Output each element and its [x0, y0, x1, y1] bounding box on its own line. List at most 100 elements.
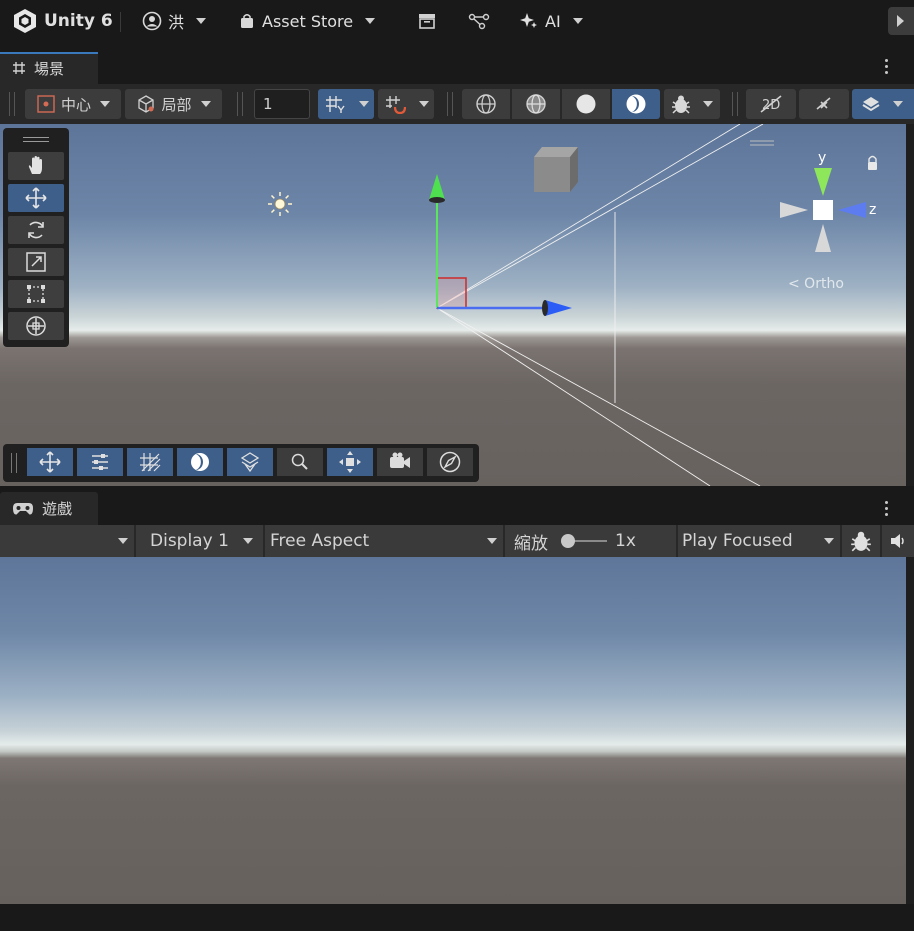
- play-icon: [897, 15, 904, 27]
- game-tab-row: 遊戲: [0, 488, 914, 525]
- account-icon: [142, 11, 162, 31]
- x-axis-arrow-icon[interactable]: [545, 300, 572, 316]
- toolbar-grip[interactable]: [447, 92, 453, 116]
- play-mode-dropdown[interactable]: Play Focused: [678, 525, 840, 557]
- ai-dropdown[interactable]: AI: [519, 8, 583, 34]
- grid-visibility-toggle[interactable]: [318, 89, 374, 119]
- directional-light-icon[interactable]: [268, 192, 292, 216]
- move-gizmo-plane[interactable]: [436, 277, 467, 309]
- transform-tool-button[interactable]: [8, 312, 64, 340]
- shopping-bag-icon: [238, 12, 256, 30]
- rotate-icon: [28, 221, 44, 239]
- space-mode-dropdown[interactable]: 局部: [125, 89, 222, 119]
- debug-draw-dropdown[interactable]: [664, 89, 720, 119]
- 2d-icon: 2D: [758, 94, 784, 114]
- rect-tool-button[interactable]: [8, 280, 64, 308]
- overlay-pivot-button[interactable]: [327, 448, 373, 476]
- play-button[interactable]: [888, 7, 914, 35]
- chevron-down-icon: [487, 538, 497, 544]
- game-viewport[interactable]: [0, 557, 906, 904]
- tab-label: 遊戲: [42, 500, 73, 518]
- grid-hash-icon: [12, 61, 26, 75]
- tab-active-indicator: [0, 52, 98, 54]
- overlay-grid-snap-button[interactable]: [127, 448, 173, 476]
- overlay-camera-button[interactable]: [377, 448, 423, 476]
- pivot-mode-dropdown[interactable]: 中心: [25, 89, 121, 119]
- 2d-mode-toggle[interactable]: 2D: [746, 89, 796, 119]
- overlay-move-button[interactable]: [27, 448, 73, 476]
- account-dropdown[interactable]: 洪: [142, 8, 207, 34]
- chevron-down-icon: [196, 18, 207, 24]
- chevron-down-icon: [365, 18, 376, 24]
- toolbar-grip[interactable]: [9, 92, 15, 116]
- projection-toggle[interactable]: < Ortho: [788, 276, 844, 292]
- hand-tool-button[interactable]: [8, 152, 64, 180]
- overlay-search-button[interactable]: [277, 448, 323, 476]
- overlay-navigation-button[interactable]: [427, 448, 473, 476]
- hand-icon: [28, 156, 42, 174]
- chevron-down-icon: [243, 538, 253, 544]
- scale-tool-button[interactable]: [8, 248, 64, 276]
- move-icon: [25, 187, 47, 209]
- sparkle-icon: [519, 11, 539, 31]
- y-axis-arrow-icon[interactable]: [429, 174, 445, 200]
- chevron-down-icon: [359, 101, 369, 107]
- draw-mode-unlit-button[interactable]: [562, 89, 610, 119]
- gizmo-z-label: z: [869, 202, 877, 218]
- scene-scrollbar[interactable]: [906, 124, 914, 486]
- archive-button[interactable]: [417, 8, 437, 34]
- sliders-icon: [92, 454, 108, 470]
- space-mode-label: 局部: [161, 95, 192, 114]
- grid-axis-icon: [324, 94, 346, 114]
- display-dropdown[interactable]: Display 1: [136, 525, 263, 557]
- toolbar-grip[interactable]: [732, 92, 738, 116]
- game-view-type-dropdown[interactable]: [0, 525, 134, 557]
- aspect-dropdown[interactable]: Free Aspect: [265, 525, 503, 557]
- svg-text:2D: 2D: [762, 98, 780, 113]
- scale-slider-thumb[interactable]: [561, 534, 575, 548]
- overlay-toolbar: [3, 444, 479, 482]
- muted-icon: [813, 94, 835, 114]
- game-more-menu-icon[interactable]: [885, 501, 889, 519]
- search-icon: [291, 453, 308, 470]
- scene-more-menu-icon[interactable]: [885, 59, 889, 77]
- archive-icon: [417, 12, 437, 30]
- camera-frustum: [436, 124, 764, 486]
- asset-store-label: Asset Store: [262, 11, 354, 31]
- rotate-tool-button[interactable]: [8, 216, 64, 244]
- chevron-down-icon: [200, 101, 211, 107]
- chevron-down-icon: [572, 18, 583, 24]
- orientation-gizmo[interactable]: [750, 140, 877, 252]
- pivot-icon: [36, 94, 56, 114]
- audio-toggle[interactable]: [799, 89, 849, 119]
- grid-snap-toggle[interactable]: [378, 89, 434, 119]
- toolbar-grip[interactable]: [237, 92, 243, 116]
- asset-store-button[interactable]: Asset Store: [238, 8, 376, 34]
- overlay-shading-button[interactable]: [177, 448, 223, 476]
- draw-mode-wireframe-button[interactable]: [462, 89, 510, 119]
- overlay-layers-button[interactable]: [227, 448, 273, 476]
- scene-viewport[interactable]: y z < Ortho: [0, 124, 906, 486]
- move-tool-button[interactable]: [8, 184, 64, 212]
- toolbar-grip[interactable]: [11, 453, 17, 473]
- shaded-sphere-icon: [625, 93, 647, 115]
- draw-mode-shaded-wire-button[interactable]: [512, 89, 560, 119]
- local-cube-icon: [136, 94, 156, 114]
- draw-mode-shaded-button[interactable]: [612, 89, 660, 119]
- cube-object[interactable]: [534, 147, 578, 192]
- speaker-icon: [891, 534, 904, 548]
- scale-icon: [26, 252, 46, 272]
- status-bar: [0, 904, 914, 931]
- scene-visibility-dropdown[interactable]: [852, 89, 914, 119]
- version-control-button[interactable]: [468, 8, 490, 34]
- game-scrollbar[interactable]: [906, 557, 914, 904]
- overlay-settings-button[interactable]: [77, 448, 123, 476]
- scene-toolbar: 中心 局部 1 2D: [0, 84, 914, 124]
- tab-game[interactable]: 遊戲: [0, 492, 98, 525]
- mute-audio-button[interactable]: [882, 525, 914, 557]
- stats-button[interactable]: [842, 525, 880, 557]
- unity-logo-button[interactable]: Unity 6: [12, 8, 113, 34]
- layers-icon: [860, 94, 882, 114]
- grid-size-input[interactable]: 1: [254, 89, 310, 119]
- tab-scene[interactable]: 場景: [0, 52, 98, 84]
